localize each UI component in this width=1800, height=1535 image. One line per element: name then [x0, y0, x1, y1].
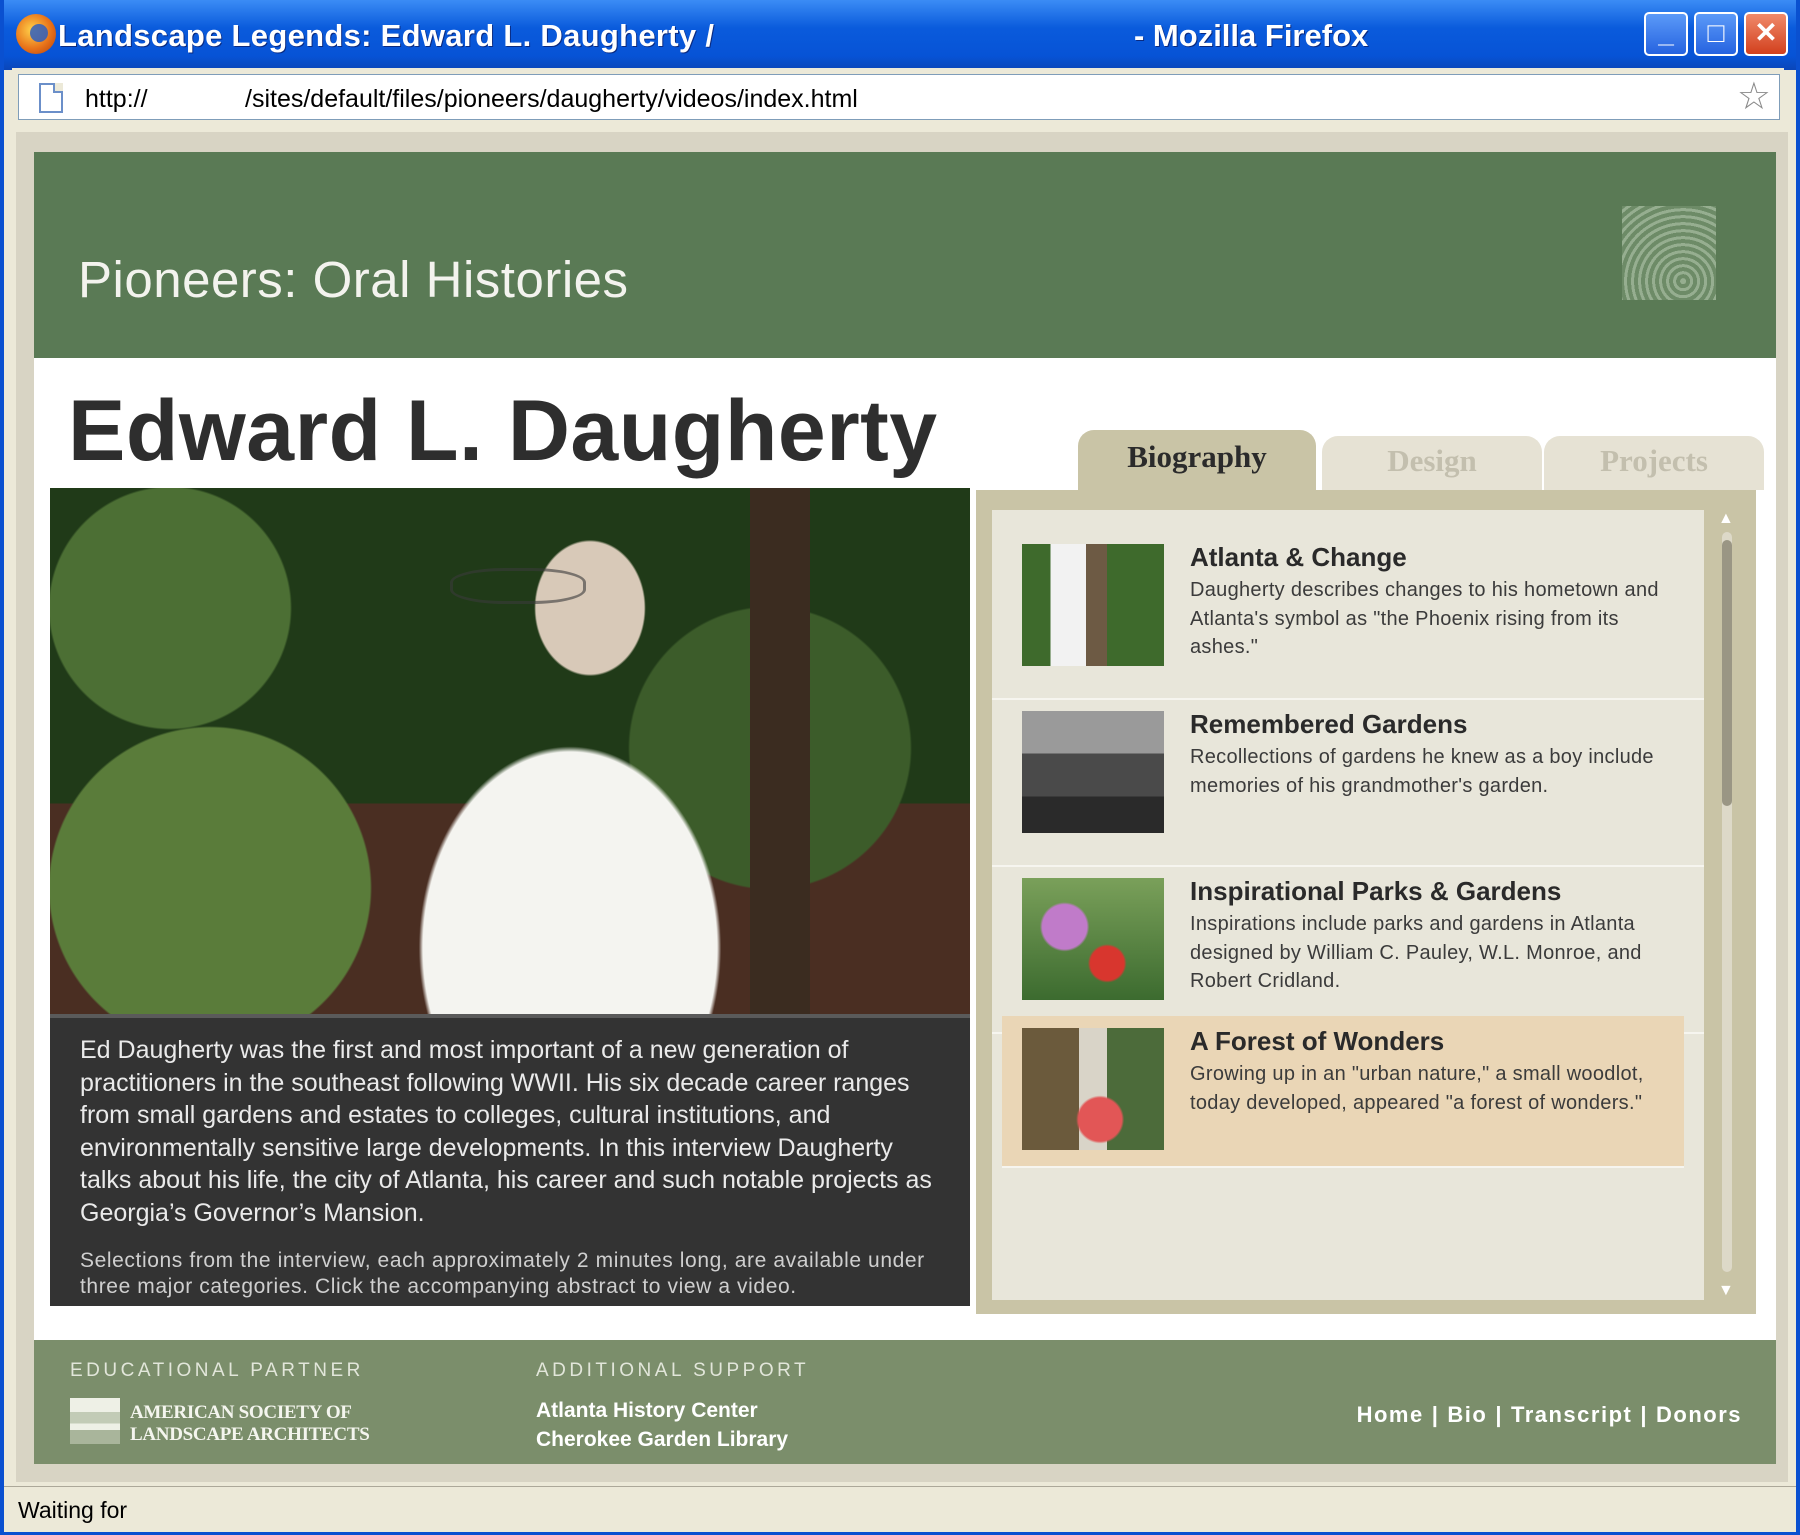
url-scheme: http://	[85, 85, 148, 113]
video-list: Atlanta & Change Daugherty describes cha…	[992, 510, 1704, 1300]
video-abstract[interactable]: Growing up in an "urban nature," a small…	[1190, 1060, 1660, 1117]
list-item-forest-of-wonders[interactable]: A Forest of Wonders Growing up in an "ur…	[1002, 1016, 1684, 1168]
photo-detail	[450, 568, 586, 604]
window-title-suffix: - Mozilla Firefox	[1134, 18, 1369, 53]
asla-line-1: AMERICAN SOCIETY OF	[130, 1402, 352, 1423]
link-separator: |	[1431, 1402, 1440, 1427]
support-list: Atlanta History Center Cherokee Garden L…	[536, 1396, 788, 1454]
maximize-button[interactable]: □	[1694, 12, 1738, 56]
address-bar: http:// /sites/default/files/pioneers/da…	[12, 68, 1784, 128]
site-title: Pioneers: Oral Histories	[78, 251, 629, 308]
scroll-down-arrow-icon[interactable]: ▼	[1718, 1282, 1734, 1300]
video-thumbnail[interactable]	[1022, 1028, 1164, 1150]
list-scrollbar[interactable]: ▲ ▼	[1714, 510, 1740, 1300]
list-item-remembered-gardens[interactable]: Remembered Gardens Recollections of gard…	[992, 677, 1704, 867]
video-abstract[interactable]: Recollections of gardens he knew as a bo…	[1190, 743, 1660, 800]
support-label: ADDITIONAL SUPPORT	[536, 1360, 810, 1381]
footer-nav: Home | Bio | Transcript | Donors	[1357, 1402, 1742, 1428]
video-thumbnail[interactable]	[1022, 711, 1164, 833]
list-item-inspirational-parks[interactable]: Inspirational Parks & Gardens Inspiratio…	[992, 844, 1704, 1034]
status-bar: Waiting for	[4, 1486, 1796, 1532]
tab-design[interactable]: Design	[1322, 436, 1542, 490]
close-button[interactable]: ✕	[1744, 12, 1788, 56]
page-icon	[39, 83, 63, 113]
site-header: Pioneers: Oral Histories	[34, 152, 1776, 358]
asla-line-2: LANDSCAPE ARCHITECTS	[130, 1424, 370, 1445]
firefox-icon	[16, 14, 56, 54]
list-item-atlanta-change[interactable]: Atlanta & Change Daugherty describes cha…	[992, 510, 1704, 700]
browser-window: Landscape Legends: Edward L. Daugherty /…	[0, 0, 1800, 1535]
footer-link-bio[interactable]: Bio	[1447, 1402, 1487, 1427]
bookmark-star-icon[interactable]: ☆	[1737, 77, 1771, 117]
bio-text: Ed Daugherty was the first and most impo…	[80, 1036, 932, 1227]
title-bar[interactable]: Landscape Legends: Edward L. Daugherty /…	[4, 0, 1796, 70]
footer-link-donors[interactable]: Donors	[1656, 1402, 1742, 1427]
page-title: Edward L. Daugherty	[68, 383, 938, 479]
link-separator: |	[1495, 1402, 1503, 1427]
footer-link-home[interactable]: Home	[1357, 1402, 1424, 1427]
page-content: Pioneers: Oral Histories Edward L. Daugh…	[34, 152, 1776, 1464]
asla-logo-text[interactable]: AMERICAN SOCIETY OF LANDSCAPE ARCHITECTS	[130, 1402, 370, 1446]
portrait-photo	[50, 488, 970, 1014]
video-title[interactable]: A Forest of Wonders	[1190, 1026, 1444, 1057]
footer-link-transcript[interactable]: Transcript	[1511, 1402, 1632, 1427]
bio-box: Ed Daugherty was the first and most impo…	[50, 1014, 970, 1306]
video-abstract[interactable]: Daugherty describes changes to his homet…	[1190, 576, 1660, 662]
url-input[interactable]: http:// /sites/default/files/pioneers/da…	[18, 74, 1780, 120]
support-cherokee-garden-library[interactable]: Cherokee Garden Library	[536, 1425, 788, 1454]
url-path: /sites/default/files/pioneers/daugherty/…	[245, 85, 858, 113]
video-panel: Atlanta & Change Daugherty describes cha…	[976, 490, 1756, 1314]
video-thumbnail[interactable]	[1022, 544, 1164, 666]
bio-instructions: Selections from the interview, each appr…	[80, 1249, 925, 1298]
page-viewport: Pioneers: Oral Histories Edward L. Daugh…	[16, 132, 1788, 1482]
video-title[interactable]: Atlanta & Change	[1190, 542, 1407, 573]
minimize-button[interactable]: _	[1644, 12, 1688, 56]
window-title: Landscape Legends: Edward L. Daugherty /	[58, 18, 715, 53]
video-thumbnail[interactable]	[1022, 878, 1164, 1000]
video-title[interactable]: Inspirational Parks & Gardens	[1190, 876, 1561, 907]
scroll-thumb[interactable]	[1722, 540, 1732, 806]
site-footer: EDUCATIONAL PARTNER AMERICAN SOCIETY OF …	[34, 1340, 1776, 1464]
asla-logo-icon[interactable]	[70, 1398, 120, 1444]
video-title[interactable]: Remembered Gardens	[1190, 709, 1467, 740]
link-separator: |	[1640, 1402, 1648, 1427]
status-text: Waiting for	[18, 1497, 128, 1523]
tab-projects[interactable]: Projects	[1544, 436, 1764, 490]
support-atlanta-history-center[interactable]: Atlanta History Center	[536, 1396, 788, 1425]
tab-biography[interactable]: Biography	[1078, 430, 1316, 490]
fingerprint-icon	[1622, 206, 1716, 300]
partner-label: EDUCATIONAL PARTNER	[70, 1360, 364, 1381]
video-abstract[interactable]: Inspirations include parks and gardens i…	[1190, 910, 1660, 996]
scroll-up-arrow-icon[interactable]: ▲	[1718, 510, 1734, 528]
